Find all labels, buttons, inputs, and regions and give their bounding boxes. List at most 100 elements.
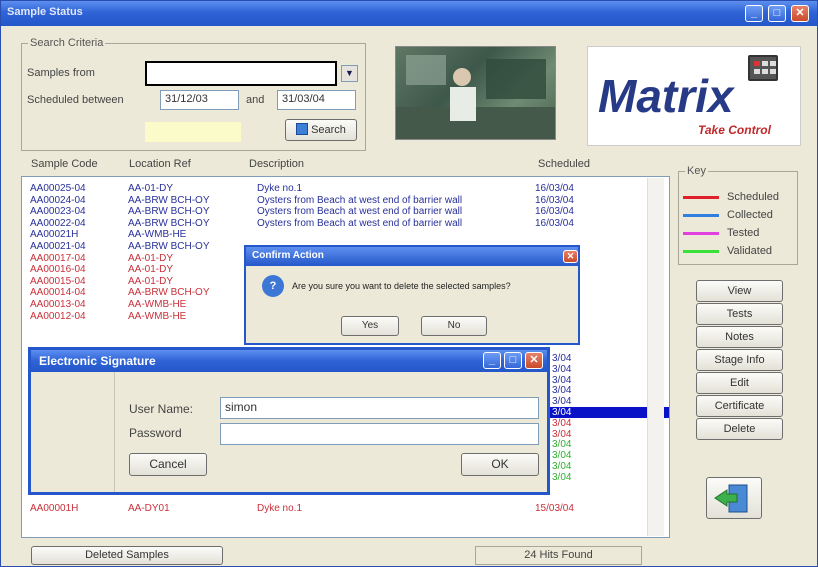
cell-code: AA00013-04: [30, 299, 86, 310]
question-icon: ?: [262, 275, 284, 297]
cell-sched: 16/03/04: [535, 183, 574, 194]
cell-desc: Oysters from Beach at west end of barrie…: [257, 206, 463, 218]
column-header-location-ref[interactable]: Location Ref: [129, 158, 191, 170]
hits-found-status: 24 Hits Found: [475, 546, 642, 565]
key-label: Scheduled: [727, 191, 779, 203]
certificate-button[interactable]: Certificate: [696, 395, 783, 417]
cell-loc: AA-DY01: [128, 503, 170, 514]
esig-title: Electronic Signature: [31, 350, 547, 372]
password-label: Password: [129, 426, 182, 440]
scheduled-cell-fragment: 3/04: [552, 461, 572, 472]
cell-loc: AA-01-DY: [128, 252, 174, 264]
window-title: Sample Status: [7, 6, 83, 18]
cell-loc: AA-WMB-HE: [128, 229, 187, 241]
chevron-down-icon[interactable]: ▼: [341, 65, 358, 82]
date-from-field[interactable]: 31/12/03: [160, 90, 239, 110]
cell-code: AA00025-04: [30, 183, 86, 194]
no-button[interactable]: No: [421, 316, 487, 336]
password-field[interactable]: [220, 423, 539, 445]
confirm-action-dialog: Confirm Action ✕ ? Are you sure you want…: [244, 245, 580, 345]
cell-desc: Dyke no.1: [257, 503, 303, 514]
column-header-scheduled[interactable]: Scheduled: [538, 158, 590, 170]
cell-code: AA00016-04: [30, 264, 86, 276]
maximize-button[interactable]: □: [768, 5, 786, 22]
cell-loc: AA-01-DY: [128, 183, 174, 194]
confirm-message: Are you sure you want to delete the sele…: [292, 281, 511, 291]
hint-highlight: [145, 122, 241, 142]
search-button[interactable]: Search: [285, 119, 357, 141]
exit-door-icon: [714, 484, 748, 513]
key-swatch: [683, 196, 719, 199]
cell-sched: 16/03/04: [535, 194, 574, 206]
close-button[interactable]: ✕: [791, 5, 809, 22]
user-name-field[interactable]: simon: [220, 397, 539, 419]
cell-loc: AA-BRW BCH-OY: [128, 241, 210, 252]
user-name-label: User Name:: [129, 402, 194, 416]
list-scrollbar[interactable]: [647, 178, 664, 536]
cell-loc: AA-BRW BCH-OY: [128, 194, 210, 206]
cell-sched: 16/03/04: [535, 217, 574, 229]
cell-code: AA00024-04: [30, 194, 86, 206]
yes-button[interactable]: Yes: [341, 316, 399, 336]
column-header-description[interactable]: Description: [249, 158, 304, 170]
key-swatch: [683, 250, 719, 253]
edit-button[interactable]: Edit: [696, 372, 783, 394]
scheduled-between-label: Scheduled between: [27, 94, 124, 106]
exit-button[interactable]: [706, 477, 762, 519]
scheduled-cell-fragment: 3/04: [552, 450, 572, 462]
view-button[interactable]: View: [696, 280, 783, 302]
scheduled-cell-fragment: 3/04: [552, 385, 572, 397]
cell-desc: Dyke no.1: [257, 183, 303, 194]
esig-left-panel: [31, 372, 115, 492]
search-icon: [296, 123, 309, 135]
cell-loc: AA-BRW BCH-OY: [128, 217, 210, 229]
stage-info-button[interactable]: Stage Info: [696, 349, 783, 371]
key-label: Tested: [727, 227, 760, 239]
samples-from-input[interactable]: [145, 61, 337, 86]
scheduled-cell-fragment: 3/04: [552, 417, 572, 429]
samples-from-label: Samples from: [27, 67, 95, 79]
delete-button[interactable]: Delete: [696, 418, 783, 440]
cell-loc: AA-WMB-HE: [128, 299, 187, 310]
key-legend: Key: [685, 165, 708, 177]
scheduled-cell-fragment: 3/04: [552, 363, 572, 375]
cell-sched: 15/03/04: [535, 503, 574, 514]
esig-close-button[interactable]: ✕: [525, 352, 543, 369]
cell-code: AA00014-04: [30, 287, 86, 299]
lab-photo-image: [396, 55, 555, 139]
cell-code: AA00001H: [30, 503, 79, 514]
cell-desc: Oysters from Beach at west end of barrie…: [257, 217, 463, 229]
minimize-button[interactable]: _: [745, 5, 763, 22]
cell-desc: Oysters from Beach at west end of barrie…: [257, 194, 463, 206]
cancel-button[interactable]: Cancel: [129, 453, 207, 476]
cell-loc: AA-01-DY: [128, 275, 174, 287]
confirm-close-button[interactable]: ✕: [563, 250, 578, 263]
deleted-samples-button[interactable]: Deleted Samples: [31, 546, 223, 565]
cell-code: AA00022-04: [30, 217, 86, 229]
esig-minimize-button[interactable]: _: [483, 352, 501, 369]
scheduled-cell-fragment: 3/04: [552, 428, 572, 440]
key-swatch: [683, 214, 719, 217]
date-to-field[interactable]: 31/03/04: [277, 90, 356, 110]
esig-maximize-button[interactable]: □: [504, 352, 522, 369]
key-swatch: [683, 232, 719, 235]
title-bar[interactable]: Sample Status _ □ ✕: [1, 1, 817, 26]
cell-loc: AA-BRW BCH-OY: [128, 287, 210, 299]
cell-loc: AA-WMB-HE: [128, 310, 187, 322]
notes-button[interactable]: Notes: [696, 326, 783, 348]
column-header-sample-code[interactable]: Sample Code: [31, 158, 98, 170]
cell-loc: AA-01-DY: [128, 264, 174, 276]
scheduled-cell-fragment: 3/04: [552, 374, 572, 386]
scheduled-cell-fragment: 3/04: [552, 471, 572, 483]
ok-button[interactable]: OK: [461, 453, 539, 476]
cell-sched: 16/03/04: [535, 206, 574, 218]
and-label: and: [246, 94, 265, 106]
cell-code: AA00023-04: [30, 206, 86, 218]
tests-button[interactable]: Tests: [696, 303, 783, 325]
electronic-signature-dialog: Electronic Signature _ □ ✕ User Name: si…: [28, 347, 550, 495]
sample-status-window: Sample Status _ □ ✕ Search Criteria Samp…: [0, 0, 818, 567]
cell-code: AA00021H: [30, 229, 79, 241]
search-criteria-legend: Search Criteria: [28, 37, 106, 49]
key-label: Validated: [727, 245, 773, 257]
grid-logo-icon: [748, 55, 778, 81]
